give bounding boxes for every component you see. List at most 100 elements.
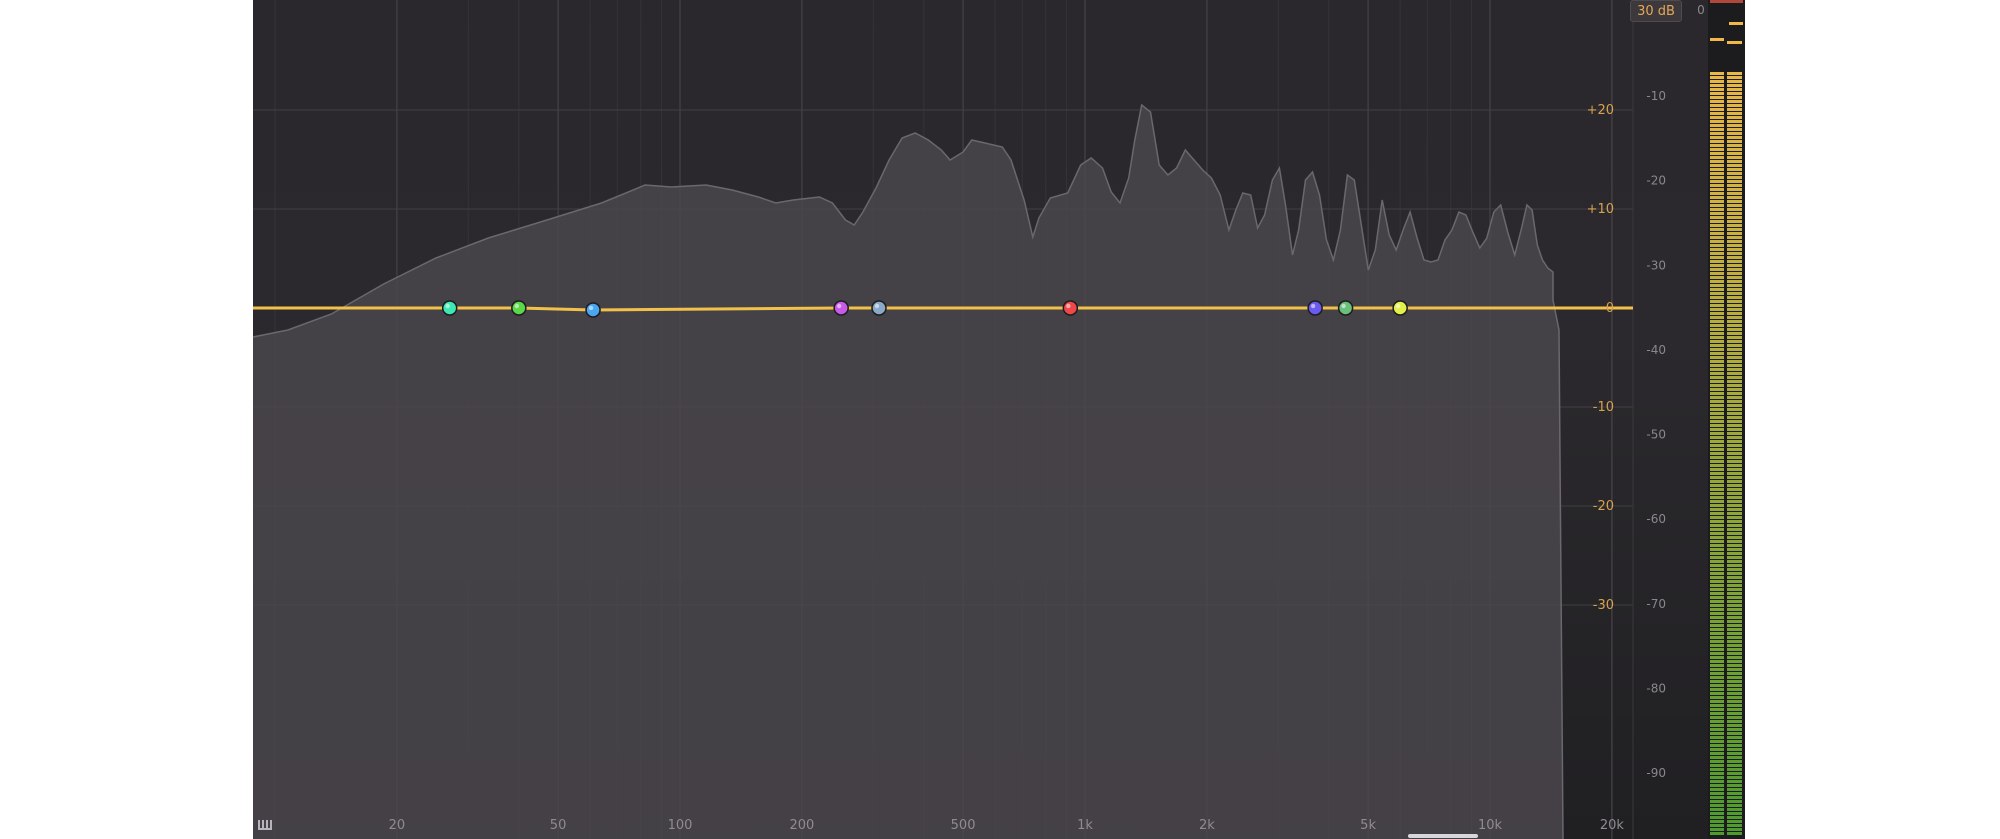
meter-label--60: -60 bbox=[1646, 512, 1666, 526]
band-node-4[interactable] bbox=[833, 300, 849, 316]
meter-segment bbox=[1727, 808, 1742, 811]
band-node-2[interactable] bbox=[511, 300, 527, 316]
meter-segment bbox=[1710, 688, 1724, 691]
band-node-9[interactable] bbox=[1392, 300, 1408, 316]
freq-label-10k: 10k bbox=[1478, 818, 1503, 833]
meter-segment bbox=[1710, 816, 1724, 819]
meter-label--40: -40 bbox=[1646, 343, 1666, 357]
meter-segment bbox=[1727, 252, 1742, 255]
gain-label--20: -20 bbox=[1593, 499, 1614, 514]
meter-segment bbox=[1710, 828, 1724, 831]
piano-keyboard-icon[interactable] bbox=[258, 818, 272, 830]
meter-segment bbox=[1710, 692, 1724, 695]
band-node-3[interactable] bbox=[585, 302, 601, 318]
meter-segment bbox=[1710, 416, 1724, 419]
meter-segment bbox=[1710, 420, 1724, 423]
meter-segment bbox=[1727, 172, 1742, 175]
meter-segment bbox=[1710, 656, 1724, 659]
meter-segment bbox=[1710, 80, 1724, 83]
freq-label-1k: 1k bbox=[1077, 818, 1093, 833]
meter-segment bbox=[1727, 276, 1742, 279]
meter-segment bbox=[1710, 832, 1724, 835]
display-range-button[interactable]: 30 dB bbox=[1630, 0, 1682, 22]
meter-segment bbox=[1710, 536, 1724, 539]
meter-segment bbox=[1727, 788, 1742, 791]
meter-segment bbox=[1727, 192, 1742, 195]
meter-segment bbox=[1727, 540, 1742, 543]
meter-segment bbox=[1710, 596, 1724, 599]
meter-segment bbox=[1727, 380, 1742, 383]
meter-segment bbox=[1710, 428, 1724, 431]
meter-segment bbox=[1727, 336, 1742, 339]
meter-segment bbox=[1710, 804, 1724, 807]
meter-segment bbox=[1710, 708, 1724, 711]
meter-segment bbox=[1710, 264, 1724, 267]
meter-segment bbox=[1727, 500, 1742, 503]
meter-segment bbox=[1710, 472, 1724, 475]
meter-segment bbox=[1727, 480, 1742, 483]
meter-segment bbox=[1727, 572, 1742, 575]
meter-peak-indicator bbox=[1729, 22, 1743, 25]
meter-segment bbox=[1710, 728, 1724, 731]
meter-segment bbox=[1710, 800, 1724, 803]
meter-segment bbox=[1710, 96, 1724, 99]
meter-segment bbox=[1727, 140, 1742, 143]
meter-segment bbox=[1710, 400, 1724, 403]
meter-segment bbox=[1710, 200, 1724, 203]
meter-segment bbox=[1710, 312, 1724, 315]
meter-segment bbox=[1727, 760, 1742, 763]
meter-segment bbox=[1710, 152, 1724, 155]
scrollbar[interactable] bbox=[1408, 834, 1478, 838]
band-node-1[interactable] bbox=[441, 300, 458, 316]
meter-segment bbox=[1727, 88, 1742, 91]
meter-segment bbox=[1710, 512, 1724, 515]
meter-segment bbox=[1710, 208, 1724, 211]
meter-segment bbox=[1727, 424, 1742, 427]
meter-segment bbox=[1710, 548, 1724, 551]
meter-segment bbox=[1727, 196, 1742, 199]
meter-segment bbox=[1727, 696, 1742, 699]
meter-segment bbox=[1710, 812, 1724, 815]
meter-segment bbox=[1710, 504, 1724, 507]
meter-segment bbox=[1727, 668, 1742, 671]
meter-segment bbox=[1710, 608, 1724, 611]
meter-segment bbox=[1710, 184, 1724, 187]
meter-segment bbox=[1710, 524, 1724, 527]
band-node-6[interactable] bbox=[1062, 300, 1079, 316]
meter-segment bbox=[1710, 432, 1724, 435]
band-node-5[interactable] bbox=[871, 300, 887, 316]
band-node-8[interactable] bbox=[1337, 300, 1354, 316]
meter-segment bbox=[1710, 260, 1724, 263]
meter-segment bbox=[1710, 696, 1724, 699]
meter-peak-hold bbox=[1710, 38, 1724, 41]
meter-segment bbox=[1710, 304, 1724, 307]
meter-segment bbox=[1727, 588, 1742, 591]
meter-segment bbox=[1710, 644, 1724, 647]
meter-segment bbox=[1727, 752, 1742, 755]
meter-segment bbox=[1727, 512, 1742, 515]
meter-segment bbox=[1710, 784, 1724, 787]
meter-segment bbox=[1727, 528, 1742, 531]
meter-segment bbox=[1710, 256, 1724, 259]
meter-segment bbox=[1727, 420, 1742, 423]
freq-label-50: 50 bbox=[550, 818, 567, 833]
meter-segment bbox=[1727, 220, 1742, 223]
freq-label-20k: 20k bbox=[1600, 818, 1625, 833]
meter-segment bbox=[1710, 344, 1724, 347]
band-node-7[interactable] bbox=[1307, 300, 1323, 316]
meter-segment bbox=[1727, 248, 1742, 251]
meter-segment bbox=[1710, 280, 1724, 283]
meter-segment bbox=[1727, 664, 1742, 667]
meter-segment bbox=[1710, 532, 1724, 535]
meter-segment bbox=[1710, 228, 1724, 231]
meter-segment bbox=[1727, 436, 1742, 439]
meter-segment bbox=[1727, 568, 1742, 571]
eq-display[interactable]: 20 50 100 200 500 1k 2k 5k 10k 20k +20 +10 0 -10 -20-… bbox=[253, 0, 1745, 839]
meter-segment bbox=[1727, 392, 1742, 395]
eq-graph[interactable]: 20 50 100 200 500 1k 2k 5k 10k 20k +20+100-10-20-… bbox=[253, 0, 1745, 839]
meter-segment bbox=[1727, 92, 1742, 95]
meter-segment bbox=[1710, 232, 1724, 235]
meter-segment bbox=[1727, 104, 1742, 107]
meter-segment bbox=[1710, 788, 1724, 791]
meter-segment bbox=[1710, 104, 1724, 107]
